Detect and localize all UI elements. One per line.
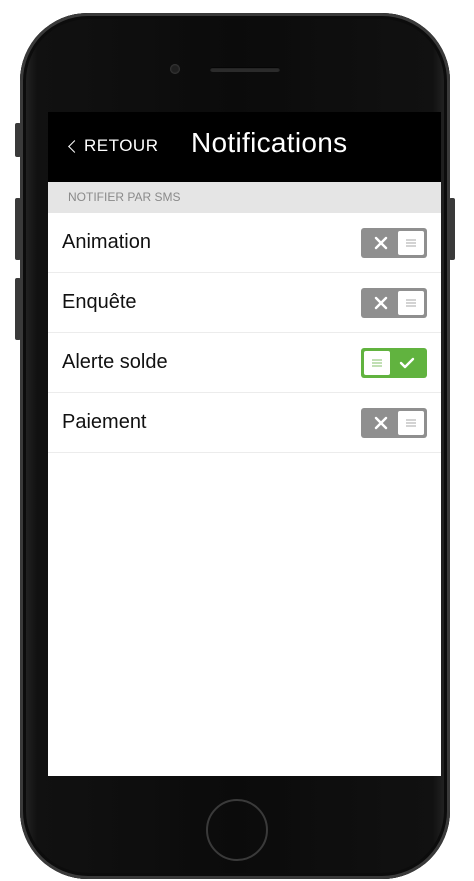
back-button-label: RETOUR [84,136,159,155]
phone-frame: RETOUR Notifications NOTIFIER PAR SMS An… [15,13,455,879]
front-camera [170,64,180,74]
close-icon [364,291,398,315]
setting-row-paiement: Paiement [48,393,441,453]
volume-down-button [15,278,21,340]
toggle-enquete[interactable] [361,287,427,318]
close-icon [364,231,398,255]
setting-row-enquete: Enquête [48,273,441,333]
page-title: Notifications [191,127,348,158]
setting-label: Animation [62,231,151,253]
checkmark-icon [390,351,424,375]
setting-row-alerte-solde: Alerte solde [48,333,441,393]
home-button[interactable] [206,799,268,861]
toggle-paiement[interactable] [361,407,427,438]
setting-label: Paiement [62,411,147,433]
earpiece-speaker [210,67,280,72]
setting-row-animation: Animation [48,213,441,273]
power-button [449,198,455,260]
close-icon [364,411,398,435]
back-button[interactable]: RETOUR [68,136,159,156]
toggle-animation[interactable] [361,227,427,258]
menu-lines-icon [398,230,424,255]
toggle-alerte-solde[interactable] [361,347,427,378]
section-header: NOTIFIER PAR SMS [48,182,441,213]
menu-lines-icon [398,290,424,315]
volume-up-button [15,198,21,260]
mute-switch [15,123,21,157]
setting-label: Enquête [62,291,137,313]
menu-lines-icon [398,410,424,435]
menu-lines-icon [364,350,390,375]
navigation-bar: RETOUR Notifications [48,112,441,182]
chevron-left-icon [68,140,81,153]
setting-label: Alerte solde [62,351,168,373]
phone-screen: RETOUR Notifications NOTIFIER PAR SMS An… [48,112,441,776]
